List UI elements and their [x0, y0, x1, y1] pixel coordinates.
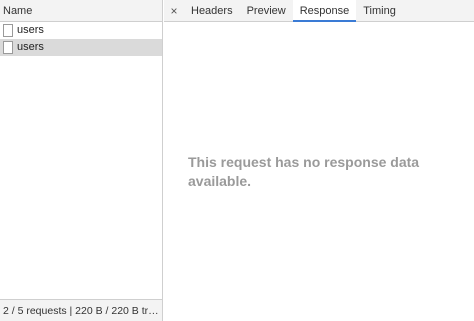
details-tabbar: × Headers Preview Response Timing — [164, 0, 474, 22]
request-list: Name users users 2 / 5 requests | 220 B … — [0, 0, 163, 321]
request-name: users — [17, 24, 44, 36]
request-row[interactable]: users — [0, 22, 162, 39]
tab-headers[interactable]: Headers — [184, 0, 240, 21]
document-icon — [3, 41, 13, 54]
request-name: users — [17, 41, 44, 53]
status-bar: 2 / 5 requests | 220 B / 220 B transferr… — [0, 299, 162, 321]
close-icon[interactable]: × — [164, 0, 184, 21]
document-icon — [3, 24, 13, 37]
tab-response[interactable]: Response — [292, 0, 357, 22]
name-column-header[interactable]: Name — [0, 0, 162, 22]
tab-preview[interactable]: Preview — [240, 0, 293, 21]
request-row-selected[interactable]: users — [0, 39, 162, 56]
network-panel: Name users users 2 / 5 requests | 220 B … — [0, 0, 474, 321]
empty-response-message: This request has no response data availa… — [188, 154, 420, 189]
tab-timing[interactable]: Timing — [356, 0, 403, 21]
request-details: × Headers Preview Response Timing This r… — [164, 0, 474, 321]
